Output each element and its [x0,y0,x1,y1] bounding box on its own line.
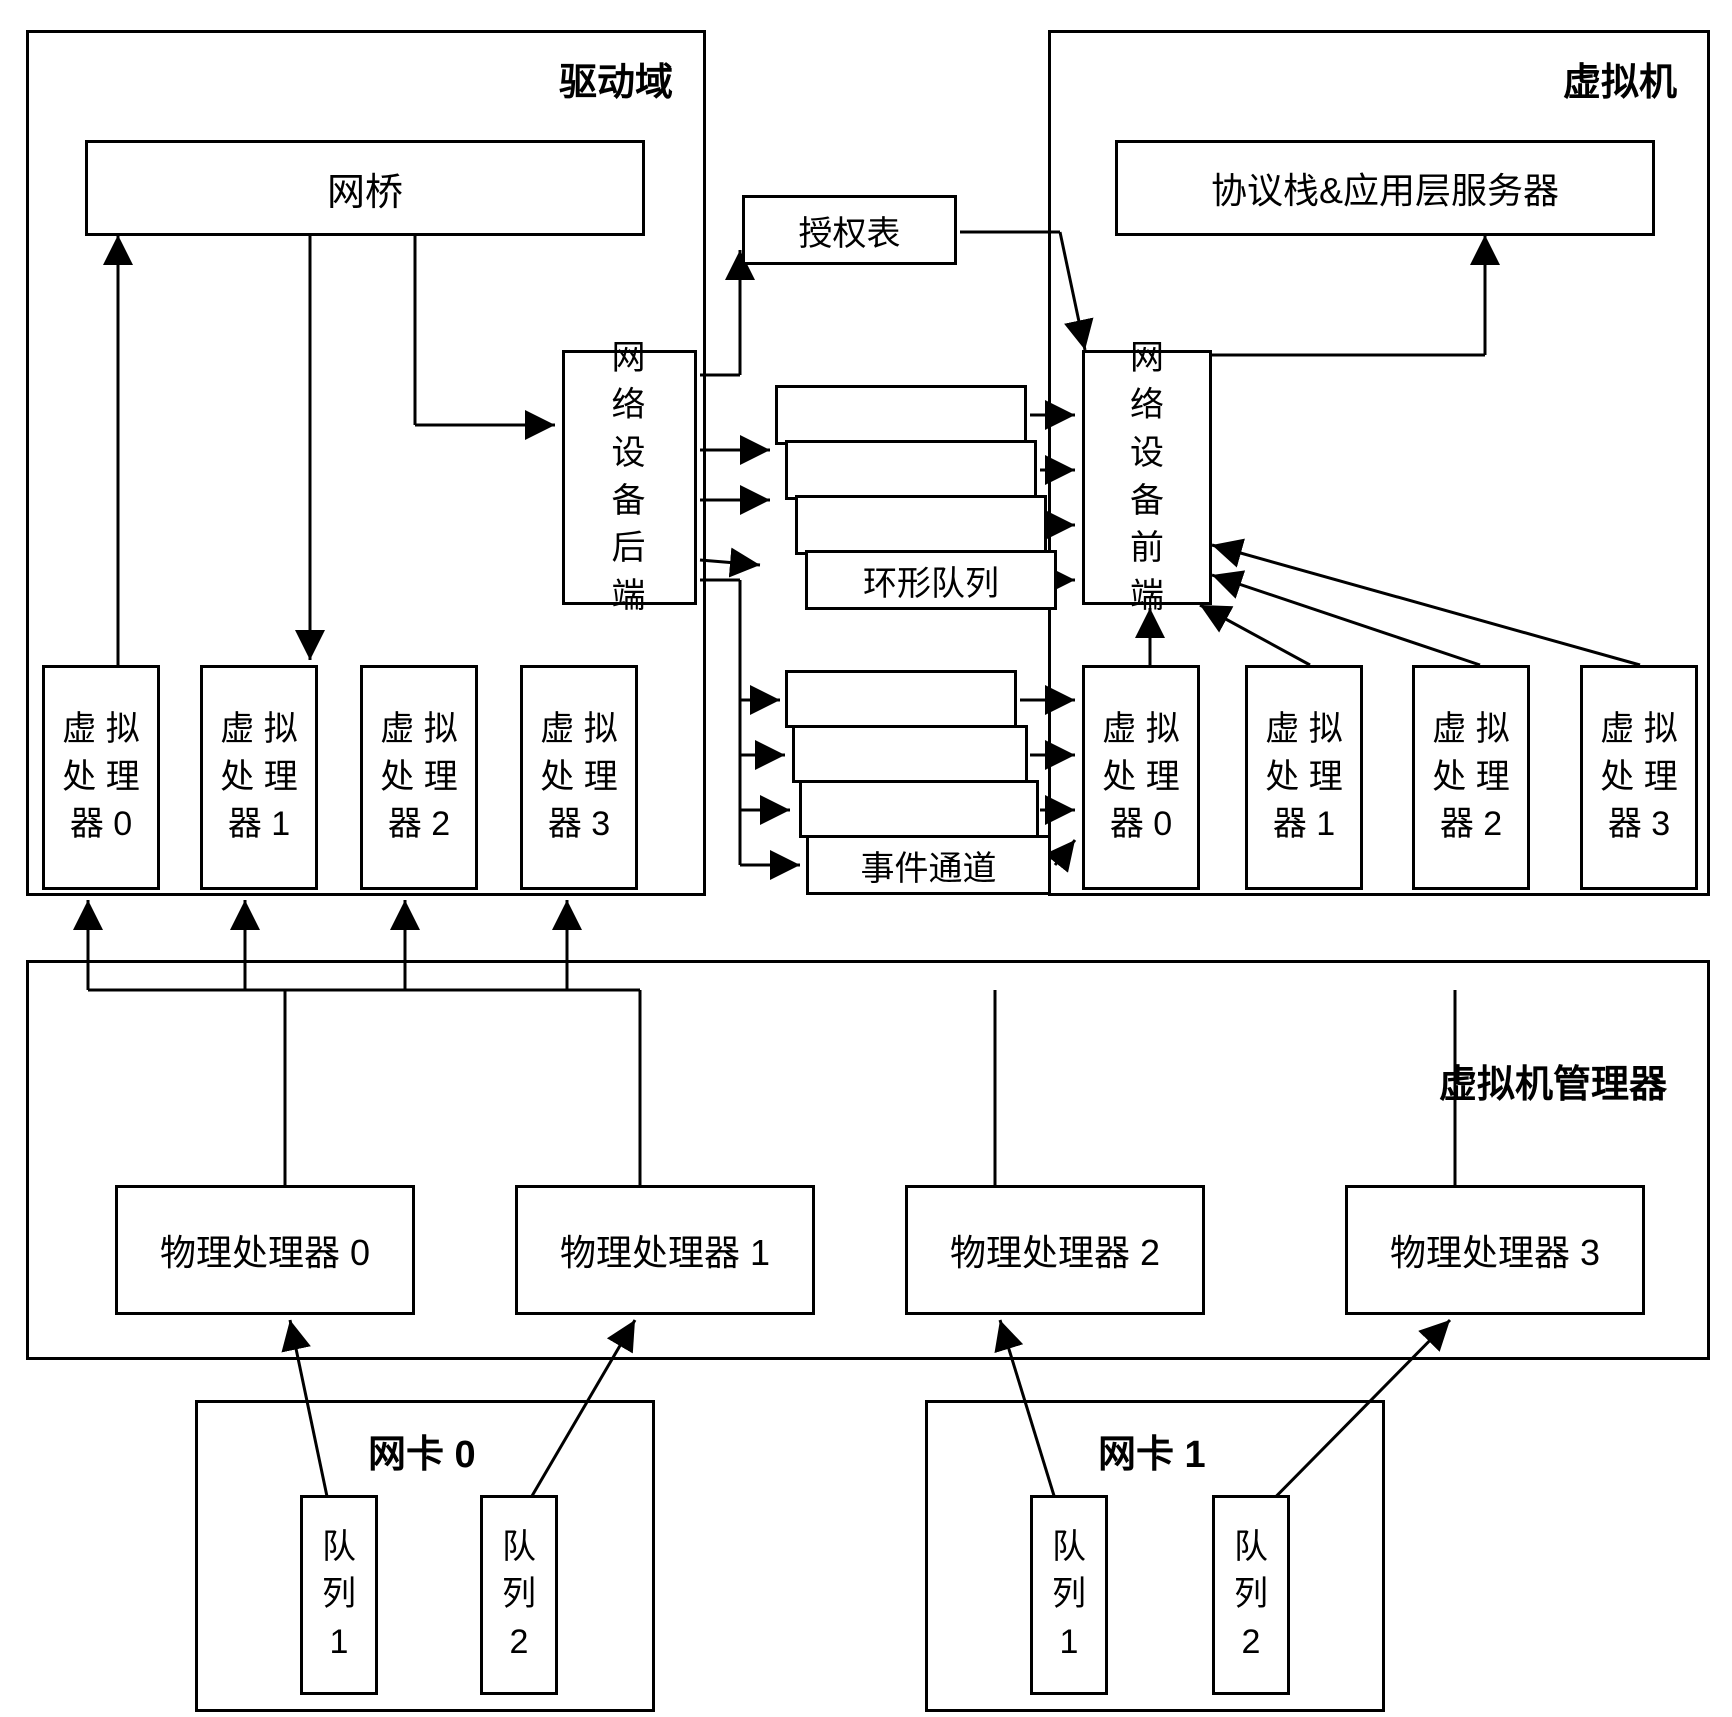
nic0-q1: 队 列 1 [300,1495,378,1695]
backend-l3: 备 [612,478,648,526]
pcpu3: 物理处理器 3 [1345,1185,1645,1315]
n0q1-l1: 列 [322,1571,356,1619]
vm-vcpu1: 虚 拟 处 理 器 1 [1245,665,1363,890]
v-v2-l0: 虚 拟 [1432,706,1509,754]
pcpu0: 物理处理器 0 [115,1185,415,1315]
n1q2-l2: 2 [1242,1619,1261,1667]
d-v2-l0: 虚 拟 [380,706,457,754]
pcpu3-label: 物理处理器 3 [1390,1224,1600,1276]
backend-l4: 后 [612,525,648,573]
pcpu2: 物理处理器 2 [905,1185,1205,1315]
event-channel-label: 事件通道 [861,841,997,890]
backend-box: 网 络 设 备 后 端 [562,350,697,605]
nic0-container: 网卡 0 [195,1400,655,1712]
backend-l2: 设 [612,430,648,478]
d-v3-l0: 虚 拟 [540,706,617,754]
fe-l4: 前 [1130,525,1164,573]
backend-l1: 络 [612,382,648,430]
n0q1-l2: 1 [330,1619,349,1667]
event-channel-2 [792,725,1028,783]
d-v1-l2: 器 1 [228,801,290,849]
fe-l0: 网 [1130,335,1164,383]
ring-queue-label: 环形队列 [863,556,999,605]
driver-vcpu2: 虚 拟 处 理 器 2 [360,665,478,890]
ring-queue-2 [785,440,1037,500]
nic1-q2: 队 列 2 [1212,1495,1290,1695]
nic0-title: 网卡 0 [368,1423,476,1478]
nic1-container: 网卡 1 [925,1400,1385,1712]
bridge-box: 网桥 [85,140,645,236]
vm-vcpu0: 虚 拟 处 理 器 0 [1082,665,1200,890]
bridge-label: 网桥 [327,161,403,216]
driver-vcpu3: 虚 拟 处 理 器 3 [520,665,638,890]
diagram-canvas: 驱动域 虚拟机 网桥 网 络 设 备 后 端 虚 拟 处 理 器 0 虚 拟 处… [0,0,1732,1717]
ring-queue-1 [795,495,1047,555]
fe-l1: 络 [1130,382,1164,430]
driver-vcpu0: 虚 拟 处 理 器 0 [42,665,160,890]
n1q2-l1: 列 [1234,1571,1268,1619]
driver-domain-title: 驱动域 [559,51,673,106]
nic1-title: 网卡 1 [1098,1423,1206,1478]
v-v1-l1: 处 理 [1265,754,1342,802]
d-v1-l1: 处 理 [220,754,297,802]
d-v1-l0: 虚 拟 [220,706,297,754]
fe-l5: 端 [1130,573,1164,621]
protocol-label: 协议栈&应用层服务器 [1211,162,1559,214]
d-v0-l1: 处 理 [62,754,139,802]
grant-table-label: 授权表 [799,206,901,255]
vm-title: 虚拟机 [1563,51,1677,106]
v-v3-l2: 器 3 [1608,801,1670,849]
vm-manager-title: 虚拟机管理器 [1439,1053,1667,1108]
event-channel-0: 事件通道 [806,835,1051,895]
n1q2-l0: 队 [1234,1524,1268,1572]
protocol-box: 协议栈&应用层服务器 [1115,140,1655,236]
pcpu2-label: 物理处理器 2 [950,1224,1160,1276]
v-v1-l0: 虚 拟 [1265,706,1342,754]
v-v3-l1: 处 理 [1600,754,1677,802]
d-v3-l1: 处 理 [540,754,617,802]
grant-table-box: 授权表 [742,195,957,265]
event-channel-1 [799,780,1039,838]
d-v0-l2: 器 0 [70,801,132,849]
fe-l3: 备 [1130,478,1164,526]
v-v2-l2: 器 2 [1440,801,1502,849]
n0q2-l0: 队 [502,1524,536,1572]
event-channel-3 [785,670,1017,728]
n1q1-l1: 列 [1052,1571,1086,1619]
ring-queue-3 [775,385,1027,445]
d-v0-l0: 虚 拟 [62,706,139,754]
fe-l2: 设 [1130,430,1164,478]
backend-l0: 网 [612,335,648,383]
driver-vcpu1: 虚 拟 处 理 器 1 [200,665,318,890]
vm-vcpu2: 虚 拟 处 理 器 2 [1412,665,1530,890]
d-v2-l1: 处 理 [380,754,457,802]
n1q1-l0: 队 [1052,1524,1086,1572]
v-v1-l2: 器 1 [1273,801,1335,849]
n0q1-l0: 队 [322,1524,356,1572]
pcpu0-label: 物理处理器 0 [160,1224,370,1276]
n0q2-l1: 列 [502,1571,536,1619]
backend-l5: 端 [612,573,648,621]
d-v3-l2: 器 3 [548,801,610,849]
pcpu1: 物理处理器 1 [515,1185,815,1315]
v-v0-l0: 虚 拟 [1102,706,1179,754]
nic1-q1: 队 列 1 [1030,1495,1108,1695]
ring-queue-0: 环形队列 [805,550,1057,610]
frontend-box: 网 络 设 备 前 端 [1082,350,1212,605]
pcpu1-label: 物理处理器 1 [560,1224,770,1276]
n1q1-l2: 1 [1060,1619,1079,1667]
v-v2-l1: 处 理 [1432,754,1509,802]
v-v0-l1: 处 理 [1102,754,1179,802]
n0q2-l2: 2 [510,1619,529,1667]
nic0-q2: 队 列 2 [480,1495,558,1695]
v-v3-l0: 虚 拟 [1600,706,1677,754]
vm-vcpu3: 虚 拟 处 理 器 3 [1580,665,1698,890]
d-v2-l2: 器 2 [388,801,450,849]
v-v0-l2: 器 0 [1110,801,1172,849]
